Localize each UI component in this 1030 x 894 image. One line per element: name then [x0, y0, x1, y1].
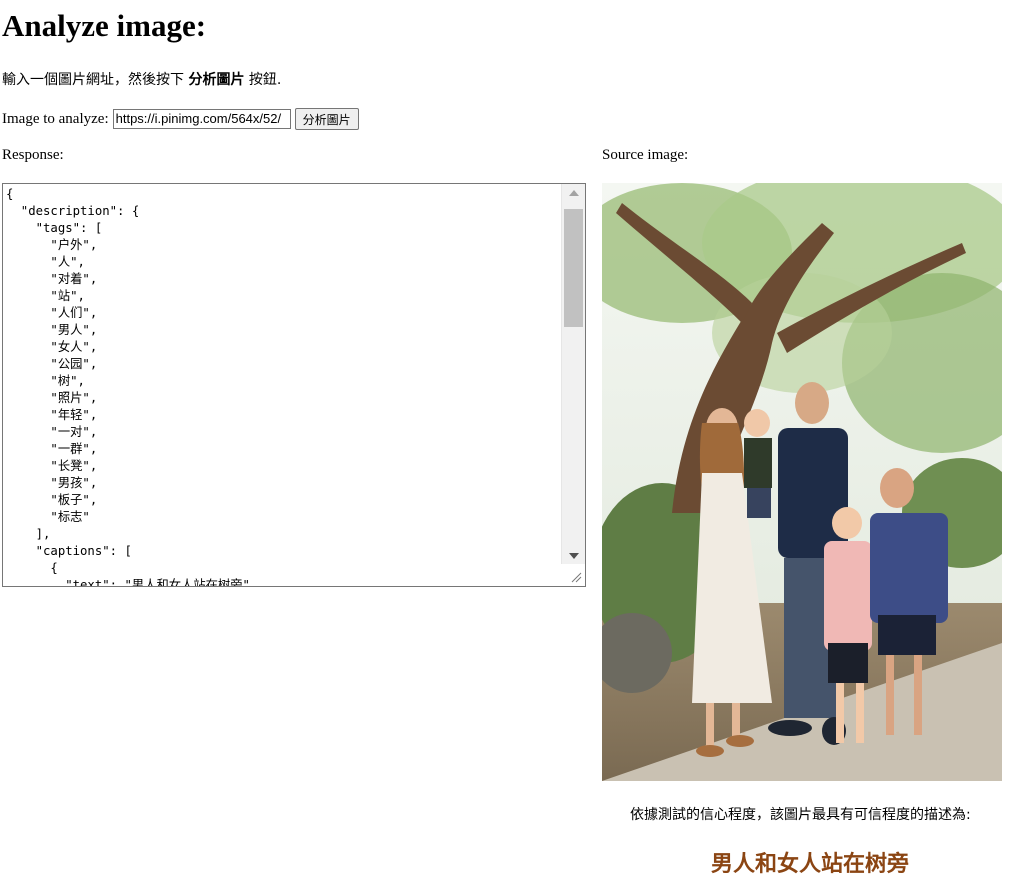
- url-row: Image to analyze: https://i.pinimg.com/5…: [2, 108, 359, 130]
- scrollbar-thumb[interactable]: [564, 209, 583, 327]
- response-textarea[interactable]: { "description": { "tags": [ "户外", "人", …: [2, 183, 586, 587]
- caption-note: 依據測試的信心程度，該圖片最具有可信程度的描述為:: [630, 807, 971, 823]
- vertical-scrollbar[interactable]: [561, 184, 585, 564]
- response-json-text: { "description": { "tags": [ "户外", "人", …: [6, 187, 258, 587]
- page-title: Analyze image:: [2, 8, 207, 43]
- url-label: Image to analyze:: [2, 110, 109, 127]
- instruction-prefix: 輸入一個圖片網址，然後按下: [2, 72, 184, 88]
- analyze-button[interactable]: 分析圖片: [294, 108, 359, 130]
- source-image: [602, 183, 1002, 781]
- instruction-bold: 分析圖片: [188, 72, 245, 88]
- family-photo-illustration: [602, 183, 1002, 781]
- caption-result: 男人和女人站在树旁: [710, 852, 909, 877]
- image-url-input[interactable]: https://i.pinimg.com/564x/52/: [112, 109, 291, 129]
- scroll-corner: [562, 564, 585, 586]
- instruction-text: 輸入一個圖片網址，然後按下 分析圖片 按鈕.: [2, 69, 281, 89]
- triangle-down-icon[interactable]: [562, 547, 585, 564]
- source-image-label: Source image:: [602, 147, 689, 163]
- triangle-up-icon[interactable]: [562, 184, 585, 201]
- response-label: Response:: [2, 147, 64, 163]
- resize-grip-icon[interactable]: [571, 572, 582, 583]
- instruction-suffix: 按鈕.: [248, 72, 282, 88]
